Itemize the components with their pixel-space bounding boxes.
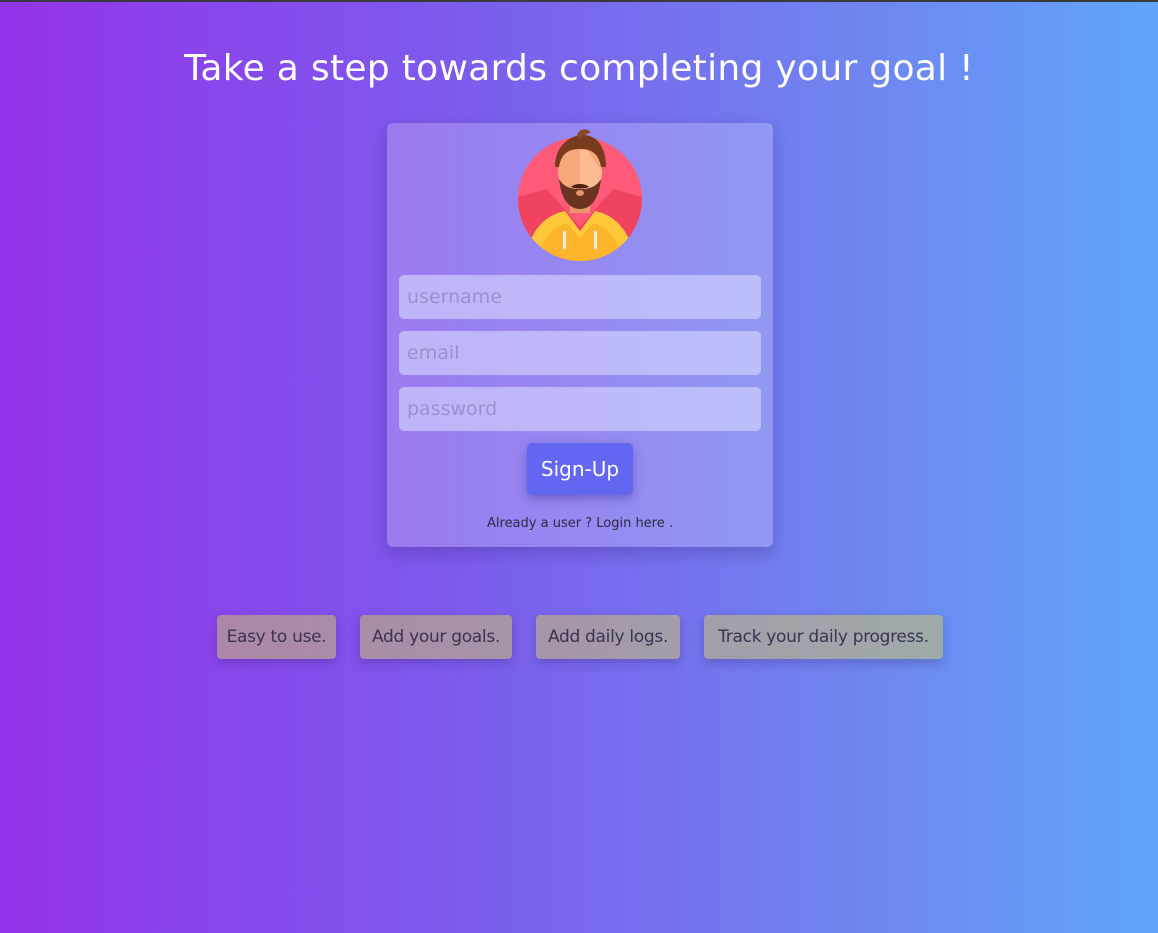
feature-badge-goals: Add your goals.: [360, 615, 512, 659]
feature-badge-logs: Add daily logs.: [536, 615, 680, 659]
page-heading: Take a step towards completing your goal…: [184, 48, 974, 89]
feature-badge-progress: Track your daily progress.: [704, 615, 943, 659]
signup-card: Sign-Up Already a user ? Login here .: [387, 123, 773, 547]
signup-button[interactable]: Sign-Up: [527, 443, 633, 495]
login-link[interactable]: Login here .: [596, 516, 673, 531]
password-input[interactable]: [399, 387, 761, 431]
login-prompt: Already a user ? Login here .: [387, 516, 773, 531]
avatar-icon: [518, 129, 642, 261]
window-top-border: [0, 0, 1158, 2]
login-prefix-text: Already a user ?: [487, 516, 597, 531]
feature-badge-easy: Easy to use.: [217, 615, 336, 659]
username-input[interactable]: [399, 275, 761, 319]
email-input[interactable]: [399, 331, 761, 375]
